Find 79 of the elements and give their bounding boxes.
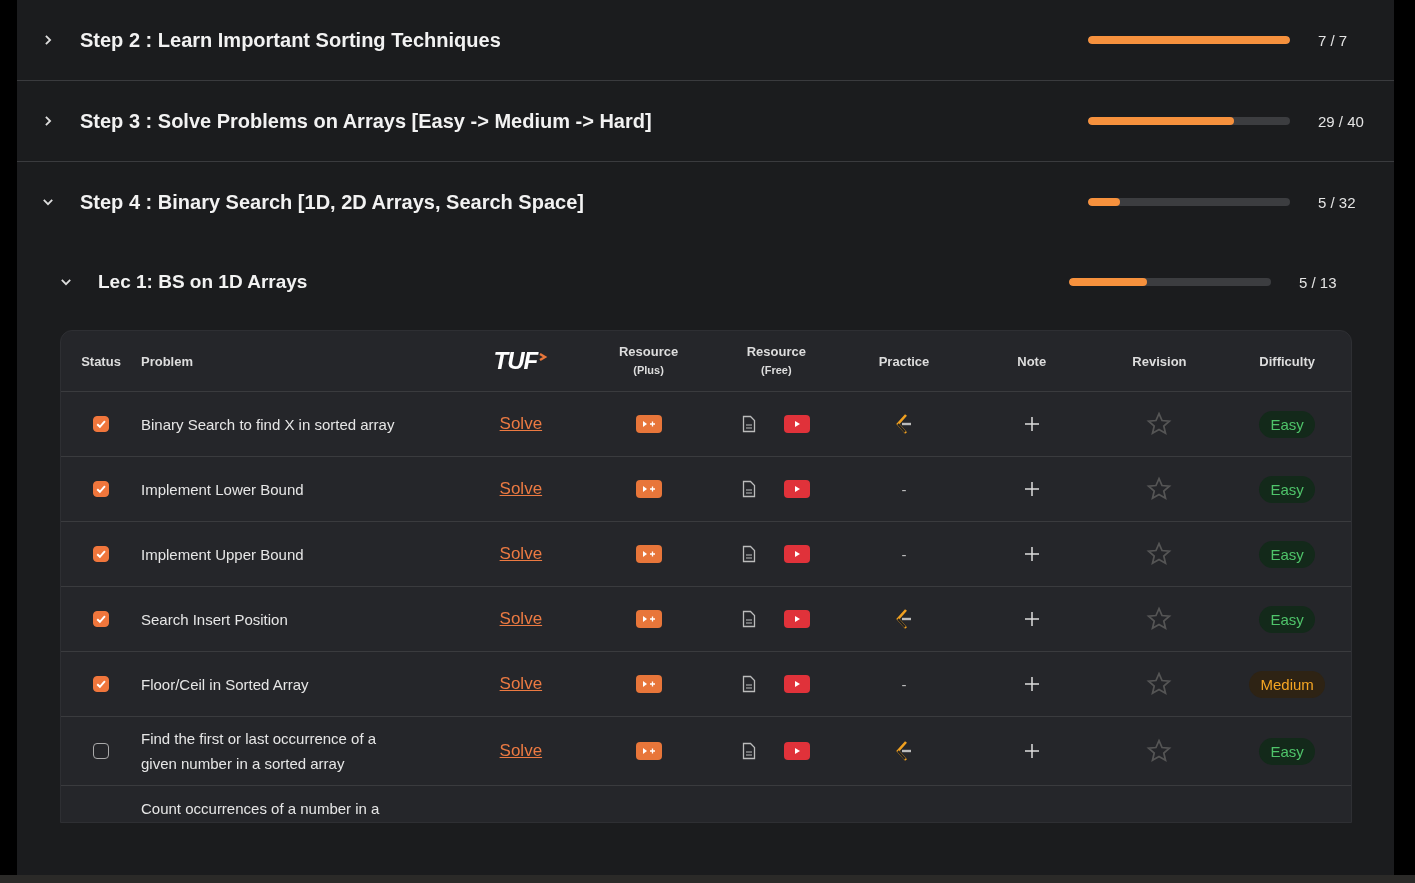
star-icon[interactable] [1146,411,1173,437]
checkbox[interactable] [93,416,109,432]
add-note-icon[interactable] [1024,677,1039,691]
empty-value: - [901,545,907,563]
document-icon[interactable] [742,545,757,563]
empty-value: - [901,480,907,498]
progress-count: 7 / 7 [1318,31,1349,49]
problem-name: Find the first or last occurrence of a given number in a sorted array [141,729,378,774]
video-play-icon[interactable] [784,415,811,433]
bracket-logo-icon[interactable] [894,608,914,630]
step-title[interactable]: Step 3 : Solve Problems on Arrays [Easy -> Medium -> Hard] [80,109,1088,133]
difficulty-badge: Easy [1259,540,1315,568]
add-note-icon[interactable] [1024,612,1039,626]
add-note-icon[interactable] [1024,482,1039,496]
problem-name: Implement Lower Bound [141,479,304,500]
column-header: Note [1017,352,1047,370]
document-icon[interactable] [742,610,757,628]
problem-name: Binary Search to find X in sorted array [141,414,395,435]
problem-name: Implement Upper Bound [141,544,304,565]
star-icon[interactable] [1146,541,1173,567]
video-plus-icon[interactable] [635,675,662,693]
column-header: Practice [878,352,930,370]
step-title[interactable]: Step 4 : Binary Search [1D, 2D Arrays, Search Space] [80,190,1088,214]
difficulty-badge: Easy [1259,605,1315,633]
solve-link[interactable]: Solve [499,741,543,761]
difficulty-badge: Medium [1249,670,1325,698]
column-header: Difficulty [1259,352,1315,370]
video-play-icon[interactable] [784,545,811,563]
step-title[interactable]: Step 2 : Learn Important Sorting Techniques [80,28,1088,52]
logo: TUF [493,347,549,375]
video-play-icon[interactable] [784,675,811,693]
document-icon[interactable] [742,675,757,693]
solve-link[interactable]: Solve [499,544,543,564]
video-plus-icon[interactable] [635,480,662,498]
solve-link[interactable]: Solve [499,674,543,694]
solve-link[interactable]: Solve [499,414,543,434]
star-icon[interactable] [1146,671,1173,697]
star-icon[interactable] [1146,738,1173,764]
progress-count: 29 / 40 [1318,112,1365,130]
column-header: Resource (Plus) [618,343,679,378]
video-plus-icon[interactable] [635,415,662,433]
progress-count: 5 / 32 [1318,193,1357,211]
problem-name: Search Insert Position [141,609,288,630]
lecture-title[interactable]: Lec 1: BS on 1D Arrays [98,271,1069,293]
problem-name: Count occurrences of a number in a [141,800,380,818]
solve-link[interactable]: Solve [499,479,543,499]
column-header: Problem [141,352,193,370]
difficulty-badge: Easy [1259,410,1315,438]
video-play-icon[interactable] [784,610,811,628]
document-icon[interactable] [742,480,757,498]
video-plus-icon[interactable] [635,545,662,563]
star-icon[interactable] [1146,476,1173,502]
checkbox[interactable] [93,481,109,497]
progress-count: 5 / 13 [1299,273,1338,291]
video-play-icon[interactable] [784,480,811,498]
checkbox[interactable] [93,546,109,562]
problem-name: Floor/Ceil in Sorted Array [141,674,309,695]
column-header: Status [81,352,121,370]
add-note-icon[interactable] [1024,417,1039,431]
solve-link[interactable]: Solve [499,609,543,629]
add-note-icon[interactable] [1024,744,1039,758]
difficulty-badge: Easy [1259,737,1315,765]
bracket-logo-icon[interactable] [894,413,914,435]
chevron-icon [538,352,549,362]
column-header: Resource (Free) [746,343,806,378]
video-plus-icon[interactable] [635,610,662,628]
video-plus-icon[interactable] [635,742,662,760]
checkbox[interactable] [93,611,109,627]
video-play-icon[interactable] [784,742,811,760]
checkbox[interactable] [93,743,109,759]
empty-value: - [901,675,907,693]
document-icon[interactable] [742,742,757,760]
add-note-icon[interactable] [1024,547,1039,561]
star-icon[interactable] [1146,606,1173,632]
document-icon[interactable] [742,415,757,433]
bracket-logo-icon[interactable] [894,740,914,762]
checkbox[interactable] [93,676,109,692]
difficulty-badge: Easy [1259,475,1315,503]
column-header: Revision [1132,352,1187,370]
